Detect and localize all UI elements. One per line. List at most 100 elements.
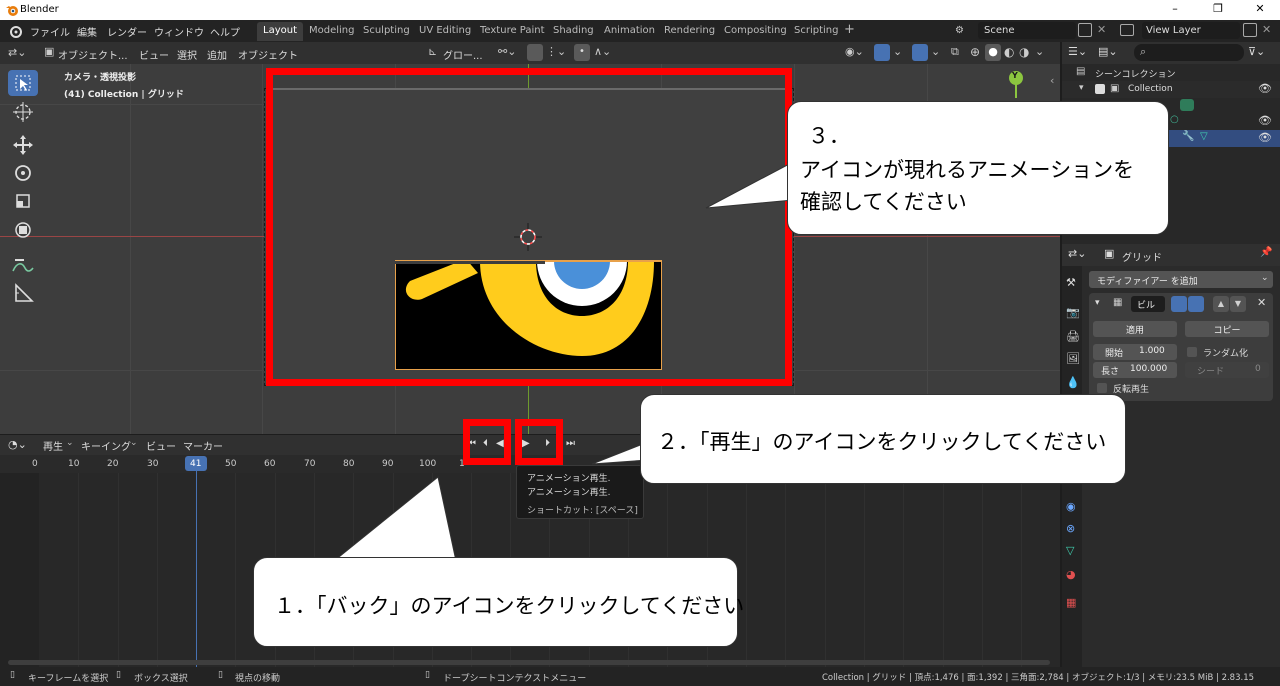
remove-modifier-icon[interactable]: ✕ <box>1257 296 1266 309</box>
properties-editor-icon[interactable]: ⇄⌄ <box>1068 247 1086 260</box>
tab-compositing[interactable]: Compositing <box>718 22 793 41</box>
expand-arrow-icon[interactable]: ▾ <box>1079 83 1084 93</box>
tab-shading[interactable]: Shading <box>547 22 600 41</box>
tool-tab-icon[interactable]: ⚒ <box>1066 276 1076 289</box>
checkbox-icon[interactable] <box>1095 84 1105 94</box>
add-workspace-button[interactable]: + <box>838 22 861 41</box>
snap-toggle-icon[interactable] <box>527 44 543 61</box>
render-tab-icon[interactable]: 📷 <box>1066 306 1080 319</box>
snap-settings-icon[interactable]: ⋮⌄ <box>546 45 566 58</box>
tab-layout[interactable]: Layout <box>257 22 303 41</box>
minimize-button[interactable]: – <box>1160 2 1190 18</box>
view-layer-tab-icon[interactable]: 🖼 <box>1066 352 1080 365</box>
menu-timeline-view[interactable]: ビュー <box>146 438 176 453</box>
modifier-name-field[interactable]: ビル <box>1131 296 1165 312</box>
annotate-tool[interactable] <box>8 252 38 278</box>
scale-tool[interactable] <box>8 188 38 214</box>
tab-uv-editing[interactable]: UV Editing <box>413 22 477 41</box>
view-layer-field[interactable]: View Layer <box>1142 22 1240 39</box>
move-up-icon[interactable]: ▲ <box>1213 296 1229 312</box>
tab-animation[interactable]: Animation <box>598 22 661 41</box>
blender-menu-icon[interactable] <box>8 24 22 38</box>
close-button[interactable]: ✕ <box>1245 2 1275 18</box>
apply-button[interactable]: 適用 <box>1093 321 1177 337</box>
outliner-editor-icon[interactable]: ☰⌄ <box>1068 45 1087 58</box>
menu-object[interactable]: オブジェクト <box>238 47 298 62</box>
rotate-tool[interactable] <box>8 160 38 186</box>
menu-window[interactable]: ウィンドウ <box>154 24 204 39</box>
pin-icon[interactable]: 📌 <box>1260 247 1272 258</box>
menu-keying[interactable]: キーイング <box>81 438 131 453</box>
new-scene-icon[interactable] <box>1078 23 1092 37</box>
menu-select[interactable]: 選択 <box>177 47 197 62</box>
select-box-tool[interactable] <box>8 70 38 96</box>
solid-shading-icon[interactable]: ● <box>985 44 1001 61</box>
menu-edit[interactable]: 編集 <box>77 24 97 39</box>
menu-file[interactable]: ファイル <box>30 24 70 39</box>
pivot-icon[interactable]: ⚯⌄ <box>498 45 516 58</box>
outliner-search-input[interactable]: ⌕ <box>1134 44 1244 61</box>
copy-button[interactable]: コピー <box>1185 321 1269 337</box>
render-toggle-icon[interactable] <box>1171 296 1187 312</box>
xray-icon[interactable]: ⧉ <box>951 45 959 59</box>
proportional-edit-icon[interactable]: • <box>574 44 590 61</box>
scene-tab-icon[interactable]: 💧 <box>1066 376 1080 389</box>
material-shading-icon[interactable]: ◐ <box>1004 45 1014 59</box>
remove-scene-icon[interactable]: ✕ <box>1097 23 1106 36</box>
display-mode-icon[interactable]: ▤⌄ <box>1098 45 1118 58</box>
seed-field[interactable]: シード 0 <box>1185 362 1269 378</box>
gizmo-settings-icon[interactable]: ⌄ <box>893 45 902 58</box>
reverse-checkbox[interactable] <box>1097 383 1107 393</box>
transform-tool[interactable] <box>8 217 38 243</box>
timeline-scrollbar[interactable] <box>8 660 1050 665</box>
tab-rendering[interactable]: Rendering <box>658 22 721 41</box>
material-tab-icon[interactable]: ◕ <box>1066 568 1076 581</box>
texture-tab-icon[interactable]: ▦ <box>1066 596 1076 609</box>
randomize-checkbox[interactable] <box>1187 347 1197 357</box>
visibility-icon[interactable]: ◉⌄ <box>845 45 864 58</box>
start-field[interactable]: 開始 1.000 <box>1093 344 1177 360</box>
menu-render[interactable]: レンダー <box>107 24 147 39</box>
view-layer-icon[interactable] <box>1120 24 1134 36</box>
filter-icon[interactable]: ⊽⌄ <box>1248 45 1265 58</box>
sidebar-toggle-icon[interactable]: ‹ <box>1050 74 1054 87</box>
overlay-toggle-icon[interactable] <box>912 44 928 61</box>
constraints-tab-icon[interactable]: ⊗ <box>1066 522 1075 535</box>
scene-icon[interactable]: ⚙ <box>955 25 964 36</box>
overlay-settings-icon[interactable]: ⌄ <box>931 45 940 58</box>
tab-sculpting[interactable]: Sculpting <box>357 22 416 41</box>
menu-help[interactable]: ヘルプ <box>210 24 240 39</box>
wireframe-shading-icon[interactable]: ⊕ <box>970 45 980 59</box>
add-modifier-dropdown[interactable]: モディファイアー を追加 ⌄ <box>1089 271 1273 288</box>
menu-playback[interactable]: 再生 <box>43 438 63 453</box>
rendered-shading-icon[interactable]: ◑ <box>1019 45 1029 59</box>
eye-icon[interactable]: 👁 <box>1258 82 1272 95</box>
cursor-tool[interactable] <box>8 99 38 125</box>
jump-end-icon[interactable]: ⏭ <box>566 438 575 449</box>
length-field[interactable]: 長さ 100.000 <box>1093 362 1177 378</box>
falloff-icon[interactable]: ∧⌄ <box>594 45 611 58</box>
mode-dropdown[interactable]: オブジェクト... <box>58 47 128 62</box>
outliner-row-collection[interactable]: ▾ ▣ Collection 👁 <box>1062 81 1280 98</box>
menu-add[interactable]: 追加 <box>207 47 227 62</box>
scene-field[interactable]: Scene <box>978 22 1076 39</box>
output-tab-icon[interactable]: 🖨 <box>1066 330 1080 343</box>
remove-view-layer-icon[interactable]: ✕ <box>1262 23 1271 36</box>
maximize-button[interactable]: ❐ <box>1203 2 1233 18</box>
gizmo-toggle-icon[interactable] <box>874 44 890 61</box>
tab-scripting[interactable]: Scripting <box>788 22 844 41</box>
transform-orientation-dropdown[interactable]: グロー... <box>443 47 483 62</box>
collapse-arrow-icon[interactable]: ▾ <box>1095 298 1100 308</box>
physics-tab-icon[interactable]: ◉ <box>1066 500 1076 513</box>
eye-icon[interactable]: 👁 <box>1258 131 1272 144</box>
move-tool[interactable] <box>8 132 38 158</box>
new-view-layer-icon[interactable] <box>1243 23 1257 37</box>
menu-marker[interactable]: マーカー <box>183 438 223 453</box>
mesh-data-tab-icon[interactable]: ▽ <box>1066 544 1074 557</box>
tab-modeling[interactable]: Modeling <box>303 22 361 41</box>
eye-icon[interactable]: 👁 <box>1258 114 1272 127</box>
playhead-line[interactable] <box>196 471 197 667</box>
tab-texture-paint[interactable]: Texture Paint <box>474 22 551 41</box>
shading-settings-icon[interactable]: ⌄ <box>1035 45 1044 58</box>
editor-type-icon[interactable]: ⇄⌄ <box>8 46 26 59</box>
